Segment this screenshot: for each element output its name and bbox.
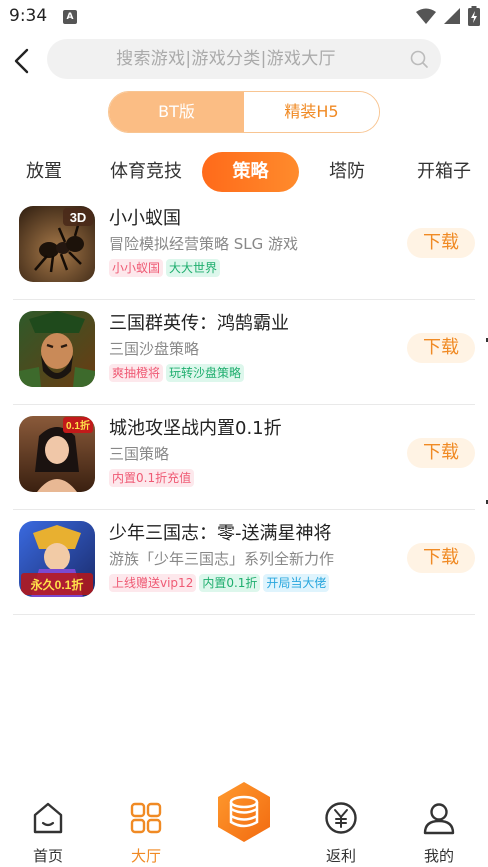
game-name: 城池攻坚战内置0.1折 [109, 418, 282, 439]
game-desc: 三国策略 [109, 445, 170, 463]
game-desc: 冒险模拟经营策略 SLG 游戏 [109, 235, 299, 253]
game-badge: 永久0.1折 [30, 577, 84, 592]
game-list: 3D 小小蚁国 冒险模拟经营策略 SLG 游戏 小小蚁国 大大世界 下载 三国群… [0, 195, 488, 615]
game-icon: 0.1折 [19, 416, 95, 492]
list-item[interactable]: 3D 小小蚁国 冒险模拟经营策略 SLG 游戏 小小蚁国 大大世界 下载 [13, 195, 475, 300]
nav-rebate[interactable]: 返利 [311, 801, 371, 866]
version-toggle: BT版 精装H5 [108, 91, 380, 133]
warrior-icon [19, 311, 95, 387]
search-icon[interactable] [409, 49, 429, 69]
nav-home[interactable]: 首页 [18, 801, 78, 866]
nav-hall[interactable]: 大厅 [116, 801, 176, 866]
tab-tower-defense[interactable]: 塔防 [329, 152, 365, 192]
signal-icon [444, 8, 460, 24]
list-item[interactable]: 永久0.1折 少年三国志：零-送满星神将 游族「少年三国志」系列全新力作 上线赠… [13, 510, 475, 615]
game-badge: 0.1折 [66, 419, 90, 432]
tab-loot-box[interactable]: 开箱子 [417, 152, 471, 192]
game-name: 少年三国志：零-送满星神将 [109, 523, 332, 544]
game-icon [19, 311, 95, 387]
game-icon: 3D [19, 206, 95, 282]
tab-idle[interactable]: 放置 [26, 152, 62, 192]
notification-icon: A [63, 10, 77, 24]
game-tag: 大大世界 [166, 259, 221, 277]
chevron-left-icon [14, 48, 29, 74]
category-tabs: 放置 体育竞技 策略 塔防 开箱子 [0, 150, 488, 194]
nav-mine-label: 我的 [423, 847, 454, 865]
nav-mine[interactable]: 我的 [409, 801, 469, 866]
download-button[interactable]: 下载 [407, 228, 475, 258]
game-tag: 内置0.1折充值 [109, 469, 195, 487]
hero-icon: 永久0.1折 [19, 521, 95, 597]
search-placeholder: 搜索游戏|游戏分类|游戏大厅 [116, 49, 336, 69]
game-icon: 永久0.1折 [19, 521, 95, 597]
game-tag: 爽抽橙将 [109, 364, 164, 382]
game-tags: 内置0.1折充值 [109, 469, 195, 487]
game-tag: 内置0.1折 [199, 574, 261, 592]
game-badge: 3D [70, 210, 87, 225]
download-button[interactable]: 下载 [407, 438, 475, 468]
status-bar: 9:34 A [0, 0, 488, 34]
download-button[interactable]: 下载 [407, 333, 475, 363]
game-desc: 三国沙盘策略 [109, 340, 200, 358]
heroine-icon: 0.1折 [19, 416, 95, 492]
game-tag: 玩转沙盘策略 [166, 364, 245, 382]
game-name: 小小蚁国 [109, 208, 181, 229]
game-desc: 游族「少年三国志」系列全新力作 [109, 550, 335, 568]
battery-icon [468, 6, 480, 26]
coin-stack-icon [218, 782, 270, 842]
yen-icon [325, 802, 357, 834]
game-tag: 开局当大佬 [263, 574, 330, 592]
toggle-bt[interactable]: BT版 [109, 92, 244, 132]
game-tag: 小小蚁国 [109, 259, 164, 277]
game-tags: 小小蚁国 大大世界 [109, 259, 221, 277]
nav-hall-label: 大厅 [130, 847, 161, 865]
nav-center-button[interactable] [212, 780, 276, 844]
back-button[interactable] [10, 46, 36, 76]
tab-strategy[interactable]: 策略 [202, 152, 299, 192]
game-tags: 爽抽橙将 玩转沙盘策略 [109, 364, 245, 382]
list-item[interactable]: 0.1折 城池攻坚战内置0.1折 三国策略 内置0.1折充值 下载 [13, 405, 475, 510]
toggle-h5[interactable]: 精装H5 [244, 92, 379, 132]
user-icon [423, 803, 455, 835]
list-item[interactable]: 三国群英传：鸿鹄霸业 三国沙盘策略 爽抽橙将 玩转沙盘策略 下载 [13, 300, 475, 405]
nav-home-label: 首页 [32, 847, 63, 865]
home-icon [33, 802, 63, 834]
grid-icon [130, 802, 162, 834]
nav-rebate-label: 返利 [325, 847, 356, 865]
ant-icon: 3D [19, 206, 95, 282]
wifi-icon [416, 8, 436, 24]
search-input[interactable]: 搜索游戏|游戏分类|游戏大厅 [47, 39, 441, 79]
status-icons [416, 6, 480, 26]
tab-sports[interactable]: 体育竞技 [110, 152, 182, 192]
game-name: 三国群英传：鸿鹄霸业 [109, 313, 289, 334]
game-tags: 上线赠送vip12 内置0.1折 开局当大佬 [109, 574, 330, 592]
search-row: 搜索游戏|游戏分类|游戏大厅 [0, 38, 488, 82]
status-time: 9:34 [9, 6, 48, 26]
game-tag: 上线赠送vip12 [109, 574, 197, 592]
download-button[interactable]: 下载 [407, 543, 475, 573]
